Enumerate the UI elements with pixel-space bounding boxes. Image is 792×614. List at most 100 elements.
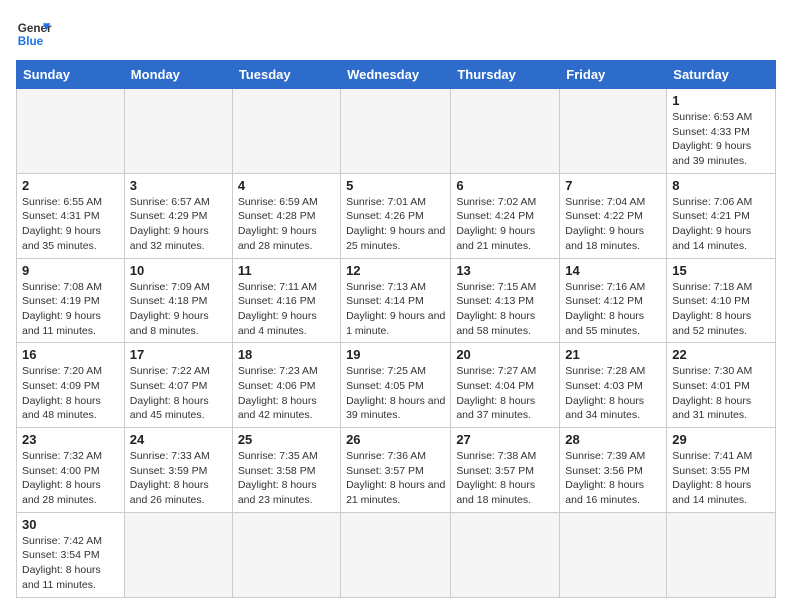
day-number: 14 xyxy=(565,263,661,278)
calendar-cell xyxy=(232,89,340,174)
day-number: 18 xyxy=(238,347,335,362)
day-number: 22 xyxy=(672,347,770,362)
header-day-wednesday: Wednesday xyxy=(341,61,451,89)
day-info: Sunrise: 7:25 AMSunset: 4:05 PMDaylight:… xyxy=(346,364,445,423)
day-number: 3 xyxy=(130,178,227,193)
day-info: Sunrise: 7:36 AMSunset: 3:57 PMDaylight:… xyxy=(346,449,445,508)
day-info: Sunrise: 7:02 AMSunset: 4:24 PMDaylight:… xyxy=(456,195,554,254)
logo-icon: General Blue xyxy=(16,16,52,52)
day-number: 27 xyxy=(456,432,554,447)
day-number: 7 xyxy=(565,178,661,193)
day-info: Sunrise: 7:28 AMSunset: 4:03 PMDaylight:… xyxy=(565,364,661,423)
calendar-cell: 6 Sunrise: 7:02 AMSunset: 4:24 PMDaylight… xyxy=(451,173,560,258)
day-info: Sunrise: 6:57 AMSunset: 4:29 PMDaylight:… xyxy=(130,195,227,254)
day-number: 26 xyxy=(346,432,445,447)
day-number: 15 xyxy=(672,263,770,278)
calendar-week-1: 1Sunrise: 6:53 AMSunset: 4:33 PMDaylight… xyxy=(17,89,776,174)
calendar-cell: 12 Sunrise: 7:13 AMSunset: 4:14 PMDayligh… xyxy=(341,258,451,343)
day-number: 21 xyxy=(565,347,661,362)
day-number: 13 xyxy=(456,263,554,278)
calendar-cell xyxy=(341,512,451,597)
day-number: 28 xyxy=(565,432,661,447)
calendar-week-2: 2Sunrise: 6:55 AMSunset: 4:31 PMDaylight… xyxy=(17,173,776,258)
calendar-cell: 19 Sunrise: 7:25 AMSunset: 4:05 PMDayligh… xyxy=(341,343,451,428)
calendar-cell: 13 Sunrise: 7:15 AMSunset: 4:13 PMDayligh… xyxy=(451,258,560,343)
day-info: Sunrise: 7:01 AMSunset: 4:26 PMDaylight:… xyxy=(346,195,445,254)
day-number: 20 xyxy=(456,347,554,362)
day-info: Sunrise: 7:06 AMSunset: 4:21 PMDaylight:… xyxy=(672,195,770,254)
calendar-cell: 28 Sunrise: 7:39 AMSunset: 3:56 PMDayligh… xyxy=(560,428,667,513)
day-info: Sunrise: 7:38 AMSunset: 3:57 PMDaylight:… xyxy=(456,449,554,508)
calendar-cell: 3 Sunrise: 6:57 AMSunset: 4:29 PMDaylight… xyxy=(124,173,232,258)
day-info: Sunrise: 6:59 AMSunset: 4:28 PMDaylight:… xyxy=(238,195,335,254)
day-number: 12 xyxy=(346,263,445,278)
day-info: Sunrise: 7:27 AMSunset: 4:04 PMDaylight:… xyxy=(456,364,554,423)
day-info: Sunrise: 7:13 AMSunset: 4:14 PMDaylight:… xyxy=(346,280,445,339)
calendar-week-5: 23Sunrise: 7:32 AMSunset: 4:00 PMDayligh… xyxy=(17,428,776,513)
calendar-cell xyxy=(667,512,776,597)
day-number: 6 xyxy=(456,178,554,193)
calendar-cell xyxy=(451,89,560,174)
calendar-cell: 5 Sunrise: 7:01 AMSunset: 4:26 PMDaylight… xyxy=(341,173,451,258)
header-day-monday: Monday xyxy=(124,61,232,89)
calendar-cell: 22Sunrise: 7:30 AMSunset: 4:01 PMDayligh… xyxy=(667,343,776,428)
day-number: 24 xyxy=(130,432,227,447)
calendar-cell xyxy=(124,512,232,597)
logo: General Blue xyxy=(16,16,52,52)
day-info: Sunrise: 7:22 AMSunset: 4:07 PMDaylight:… xyxy=(130,364,227,423)
calendar-cell: 1Sunrise: 6:53 AMSunset: 4:33 PMDaylight… xyxy=(667,89,776,174)
calendar: SundayMondayTuesdayWednesdayThursdayFrid… xyxy=(16,60,776,598)
header-day-thursday: Thursday xyxy=(451,61,560,89)
header-day-friday: Friday xyxy=(560,61,667,89)
day-info: Sunrise: 7:39 AMSunset: 3:56 PMDaylight:… xyxy=(565,449,661,508)
calendar-cell: 23Sunrise: 7:32 AMSunset: 4:00 PMDayligh… xyxy=(17,428,125,513)
day-number: 25 xyxy=(238,432,335,447)
day-info: Sunrise: 7:18 AMSunset: 4:10 PMDaylight:… xyxy=(672,280,770,339)
calendar-cell: 27 Sunrise: 7:38 AMSunset: 3:57 PMDayligh… xyxy=(451,428,560,513)
day-info: Sunrise: 7:23 AMSunset: 4:06 PMDaylight:… xyxy=(238,364,335,423)
calendar-cell: 8 Sunrise: 7:06 AMSunset: 4:21 PMDaylight… xyxy=(667,173,776,258)
calendar-cell: 15 Sunrise: 7:18 AMSunset: 4:10 PMDayligh… xyxy=(667,258,776,343)
day-info: Sunrise: 7:11 AMSunset: 4:16 PMDaylight:… xyxy=(238,280,335,339)
calendar-cell xyxy=(341,89,451,174)
header-day-saturday: Saturday xyxy=(667,61,776,89)
day-number: 23 xyxy=(22,432,119,447)
day-number: 9 xyxy=(22,263,119,278)
calendar-cell: 2Sunrise: 6:55 AMSunset: 4:31 PMDaylight… xyxy=(17,173,125,258)
day-number: 16 xyxy=(22,347,119,362)
day-number: 8 xyxy=(672,178,770,193)
day-info: Sunrise: 6:55 AMSunset: 4:31 PMDaylight:… xyxy=(22,195,119,254)
day-number: 17 xyxy=(130,347,227,362)
calendar-header-row: SundayMondayTuesdayWednesdayThursdayFrid… xyxy=(17,61,776,89)
calendar-cell: 20 Sunrise: 7:27 AMSunset: 4:04 PMDayligh… xyxy=(451,343,560,428)
calendar-cell: 11Sunrise: 7:11 AMSunset: 4:16 PMDayligh… xyxy=(232,258,340,343)
calendar-week-3: 9 Sunrise: 7:08 AMSunset: 4:19 PMDaylight… xyxy=(17,258,776,343)
day-number: 4 xyxy=(238,178,335,193)
day-info: Sunrise: 7:33 AMSunset: 3:59 PMDaylight:… xyxy=(130,449,227,508)
calendar-cell: 4 Sunrise: 6:59 AMSunset: 4:28 PMDaylight… xyxy=(232,173,340,258)
day-info: Sunrise: 7:15 AMSunset: 4:13 PMDaylight:… xyxy=(456,280,554,339)
day-info: Sunrise: 7:42 AMSunset: 3:54 PMDaylight:… xyxy=(22,534,119,593)
day-info: Sunrise: 7:08 AMSunset: 4:19 PMDaylight:… xyxy=(22,280,119,339)
calendar-cell: 18 Sunrise: 7:23 AMSunset: 4:06 PMDayligh… xyxy=(232,343,340,428)
calendar-cell: 17 Sunrise: 7:22 AMSunset: 4:07 PMDayligh… xyxy=(124,343,232,428)
day-info: Sunrise: 7:16 AMSunset: 4:12 PMDaylight:… xyxy=(565,280,661,339)
calendar-cell: 10Sunrise: 7:09 AMSunset: 4:18 PMDayligh… xyxy=(124,258,232,343)
calendar-cell: 21 Sunrise: 7:28 AMSunset: 4:03 PMDayligh… xyxy=(560,343,667,428)
calendar-cell xyxy=(232,512,340,597)
calendar-cell: 14 Sunrise: 7:16 AMSunset: 4:12 PMDayligh… xyxy=(560,258,667,343)
header-day-sunday: Sunday xyxy=(17,61,125,89)
day-number: 30 xyxy=(22,517,119,532)
calendar-cell xyxy=(17,89,125,174)
svg-text:Blue: Blue xyxy=(18,35,44,48)
page: General Blue SundayMondayTuesdayWednesda… xyxy=(0,0,792,614)
calendar-cell xyxy=(451,512,560,597)
calendar-cell: 16Sunrise: 7:20 AMSunset: 4:09 PMDayligh… xyxy=(17,343,125,428)
day-number: 19 xyxy=(346,347,445,362)
calendar-cell: 9 Sunrise: 7:08 AMSunset: 4:19 PMDaylight… xyxy=(17,258,125,343)
calendar-week-6: 30 Sunrise: 7:42 AMSunset: 3:54 PMDayligh… xyxy=(17,512,776,597)
calendar-week-4: 16Sunrise: 7:20 AMSunset: 4:09 PMDayligh… xyxy=(17,343,776,428)
day-number: 5 xyxy=(346,178,445,193)
calendar-cell: 29Sunrise: 7:41 AMSunset: 3:55 PMDayligh… xyxy=(667,428,776,513)
day-number: 10 xyxy=(130,263,227,278)
